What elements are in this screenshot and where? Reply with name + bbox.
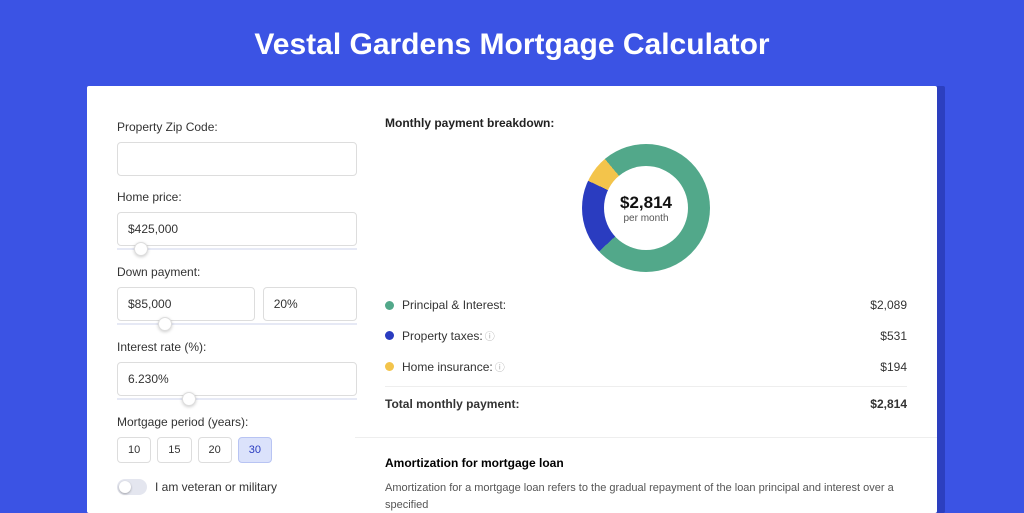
total-label: Total monthly payment: (385, 397, 519, 411)
period-option-15[interactable]: 15 (157, 437, 191, 463)
period-label: Mortgage period (years): (117, 415, 357, 429)
legend-row: Principal & Interest: $2,089 (385, 290, 907, 320)
legend-label: Home insurance: (402, 360, 493, 374)
period-option-20[interactable]: 20 (198, 437, 232, 463)
breakdown-title: Monthly payment breakdown: (385, 116, 907, 130)
form-panel: Property Zip Code: Home price: Down paym… (117, 116, 357, 513)
interest-slider[interactable] (117, 395, 357, 405)
veteran-toggle[interactable] (117, 479, 147, 495)
period-option-10[interactable]: 10 (117, 437, 151, 463)
period-group: 1015 2030 (117, 437, 357, 463)
legend-row: Property taxes: ⓘ $531 (385, 320, 907, 351)
legend-value: $531 (880, 329, 907, 343)
zip-label: Property Zip Code: (117, 120, 357, 134)
veteran-label: I am veteran or military (155, 480, 277, 494)
interest-label: Interest rate (%): (117, 340, 357, 354)
zip-input[interactable] (117, 142, 357, 176)
legend-dot-icon (385, 362, 394, 371)
donut-chart: $2,814 per month (582, 144, 710, 272)
home-price-slider[interactable] (117, 245, 357, 255)
info-icon[interactable]: ⓘ (485, 328, 495, 343)
donut-amount: $2,814 (620, 193, 672, 213)
slider-thumb[interactable] (158, 317, 172, 331)
legend-label: Principal & Interest: (402, 298, 506, 312)
legend-value: $194 (880, 360, 907, 374)
donut-sub: per month (623, 213, 668, 224)
info-icon[interactable]: ⓘ (495, 359, 505, 374)
page-title: Vestal Gardens Mortgage Calculator (0, 0, 1024, 86)
home-price-label: Home price: (117, 190, 357, 204)
total-value: $2,814 (870, 397, 907, 411)
legend-value: $2,089 (870, 298, 907, 312)
legend-row: Home insurance: ⓘ $194 (385, 351, 907, 382)
legend-dot-icon (385, 331, 394, 340)
period-option-30[interactable]: 30 (238, 437, 272, 463)
amortization-text: Amortization for a mortgage loan refers … (385, 480, 907, 513)
home-price-input[interactable] (117, 212, 357, 246)
calculator-card: Property Zip Code: Home price: Down paym… (87, 86, 937, 513)
legend: Principal & Interest: $2,089 Property taxe… (385, 290, 907, 382)
down-payment-input[interactable] (117, 287, 255, 321)
down-payment-slider[interactable] (117, 320, 357, 330)
slider-thumb[interactable] (134, 242, 148, 256)
amortization-title: Amortization for mortgage loan (385, 438, 907, 480)
legend-label: Property taxes: (402, 329, 483, 343)
slider-thumb[interactable] (182, 392, 196, 406)
down-payment-pct-input[interactable] (263, 287, 357, 321)
interest-input[interactable] (117, 362, 357, 396)
results-panel: Monthly payment breakdown: $2,814 per mo… (385, 116, 907, 513)
down-payment-label: Down payment: (117, 265, 357, 279)
legend-dot-icon (385, 301, 394, 310)
